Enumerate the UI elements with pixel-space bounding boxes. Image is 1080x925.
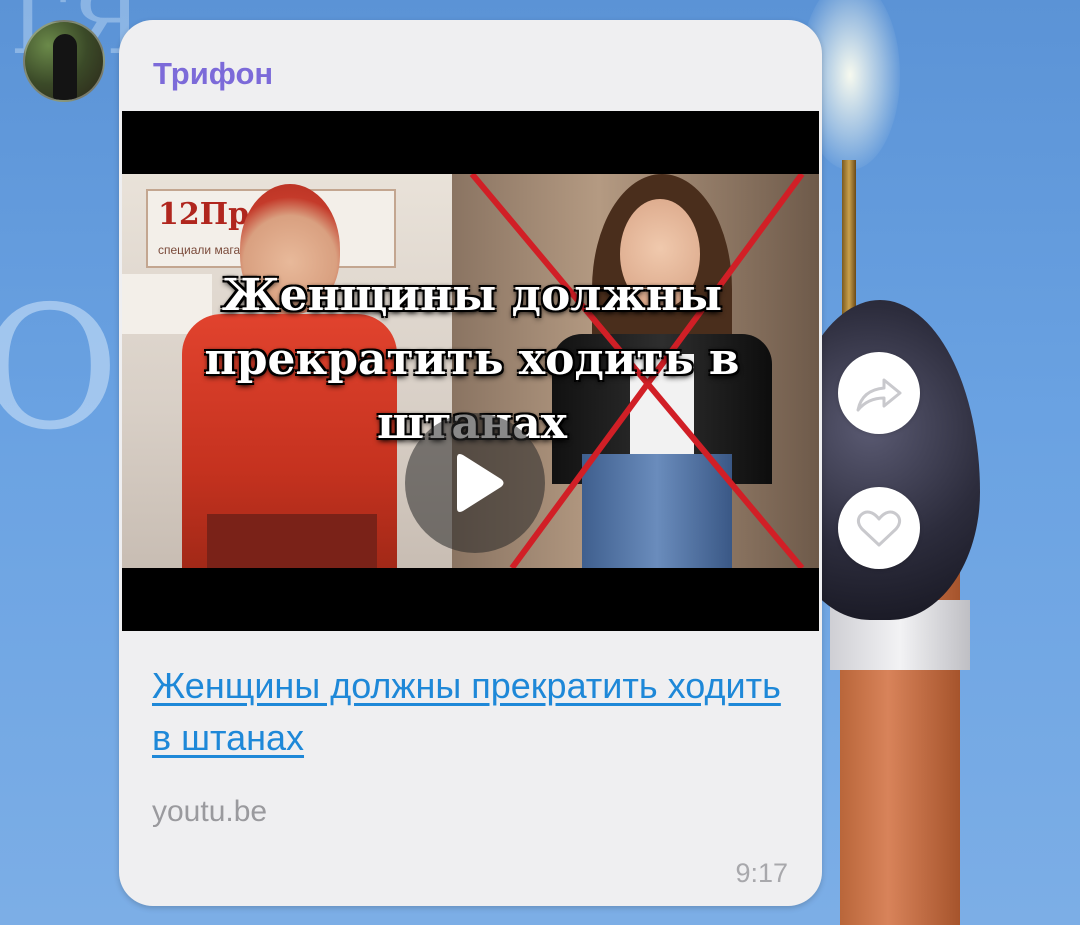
play-icon <box>457 454 504 512</box>
heart-icon <box>856 510 902 547</box>
link-domain: youtu.be <box>152 795 268 828</box>
sender-avatar[interactable] <box>23 20 105 102</box>
play-button[interactable] <box>405 413 545 553</box>
like-button[interactable] <box>838 487 920 569</box>
video-preview[interactable]: 12Пр ков специали магазины Женщины должн… <box>122 111 819 631</box>
sender-name[interactable]: Трифон <box>153 56 273 92</box>
share-arrow-icon <box>856 378 902 412</box>
share-button[interactable] <box>838 352 920 434</box>
message-bubble[interactable]: Трифон 12Пр ков специали магазины Женщин… <box>119 20 822 906</box>
wallpaper-spire <box>842 160 856 330</box>
avatar-figure <box>53 34 77 100</box>
chat-screen: ГЯ ОД Трифон 12Пр ков специали магазины <box>0 0 1080 925</box>
message-timestamp: 9:17 <box>735 858 788 888</box>
link-title[interactable]: Женщины должны прекратить ходить в штана… <box>152 660 802 764</box>
woman-left-skirt <box>207 514 377 568</box>
